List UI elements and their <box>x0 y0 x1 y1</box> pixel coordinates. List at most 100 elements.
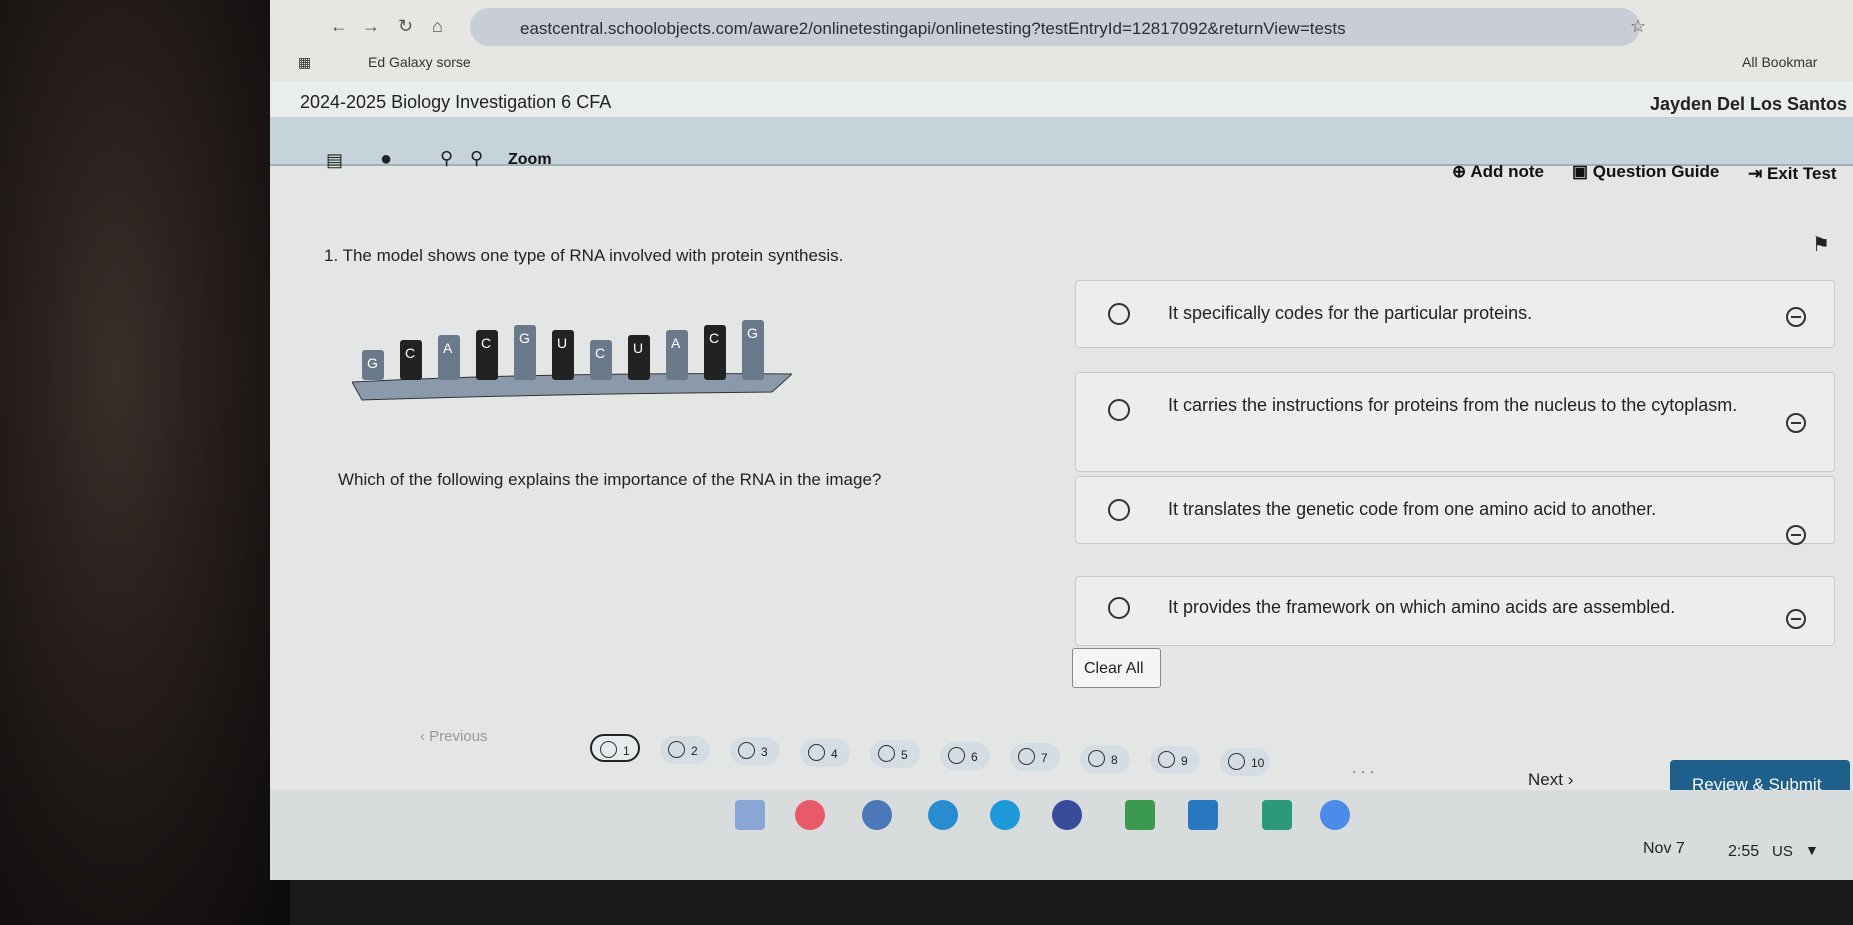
back-icon[interactable]: ← <box>330 16 348 37</box>
question-prompt: Which of the following explains the impo… <box>338 470 882 489</box>
svg-text:A: A <box>443 340 453 356</box>
hand-foreground <box>0 0 290 925</box>
page-number: 6 <box>971 749 978 764</box>
rna-base: G <box>514 325 536 380</box>
rna-base: C <box>476 330 498 380</box>
option-text: It specifically codes for the particular… <box>1168 303 1533 323</box>
all-bookmarks[interactable]: All Bookmar <box>1742 54 1817 70</box>
rna-base: C <box>704 325 726 380</box>
question-guide-label: Question Guide <box>1592 162 1720 181</box>
svg-text:U: U <box>557 335 567 351</box>
option-text: It translates the genetic code from one … <box>1168 499 1657 519</box>
answer-option-c[interactable]: It translates the genetic code from one … <box>1075 476 1835 545</box>
svg-text:G: G <box>519 330 530 346</box>
reload-icon[interactable]: ↻ <box>398 16 413 37</box>
app2-icon[interactable] <box>1052 800 1082 830</box>
rna-base: G <box>742 320 764 380</box>
page-status-icon <box>1088 749 1105 767</box>
question-stem: 1. The model shows one type of RNA invol… <box>324 246 844 265</box>
next-button[interactable]: Next › <box>1528 770 1573 790</box>
answer-option-d[interactable]: It provides the framework on which amino… <box>1075 576 1835 646</box>
eliminate-icon[interactable] <box>1786 307 1806 327</box>
page-button-1[interactable]: 1 <box>590 734 640 762</box>
page-button-3[interactable]: 3 <box>730 737 780 765</box>
eliminate-icon[interactable] <box>1786 525 1806 545</box>
page-number: 4 <box>831 746 838 761</box>
previous-button[interactable]: ‹ Previous <box>420 728 488 745</box>
classroom-icon[interactable] <box>990 800 1020 830</box>
page-status-icon <box>948 746 965 764</box>
add-note-button[interactable]: ⊕ Add note <box>1452 162 1544 182</box>
page-button-9[interactable]: 9 <box>1150 746 1200 774</box>
radio-button[interactable] <box>1108 303 1130 325</box>
exit-test-label: Exit Test <box>1766 164 1837 183</box>
zoom-out-icon[interactable]: ⚲ <box>440 148 453 169</box>
app3-icon[interactable] <box>1125 800 1155 830</box>
radio-button[interactable] <box>1108 597 1130 619</box>
app-icon[interactable] <box>795 800 825 830</box>
svg-text:A: A <box>671 335 681 351</box>
page-status-icon <box>1158 751 1175 768</box>
rna-model-image: G C A C G U C U A C G <box>351 312 794 402</box>
app5-icon[interactable] <box>1262 800 1292 830</box>
date[interactable]: Nov 7 <box>1643 840 1685 858</box>
flag-icon[interactable]: ⚑ <box>1812 232 1830 257</box>
user-name: Jayden Del Los Santos <box>1649 94 1847 114</box>
gallery-icon[interactable] <box>862 800 892 830</box>
eliminate-icon[interactable] <box>1786 609 1806 629</box>
page-button-2[interactable]: 2 <box>660 735 710 764</box>
page-number: 7 <box>1041 751 1048 765</box>
zoom-in-icon[interactable]: ⚲ <box>470 148 483 169</box>
page-button-5[interactable]: 5 <box>870 740 920 768</box>
page-button-4[interactable]: 4 <box>800 738 850 767</box>
home-icon[interactable]: ⌂ <box>432 16 443 37</box>
meet-icon[interactable] <box>928 800 958 830</box>
rna-base: U <box>628 335 650 380</box>
svg-text:C: C <box>595 345 605 361</box>
option-text: It carries the instructions for proteins… <box>1168 395 1738 415</box>
address-bar[interactable]: eastcentral.schoolobjects.com/aware2/onl… <box>470 8 1640 46</box>
page-status-icon <box>738 742 755 759</box>
page-button-6[interactable]: 6 <box>940 741 990 770</box>
rna-base: A <box>438 335 460 380</box>
option-text: It provides the framework on which amino… <box>1168 597 1676 617</box>
eliminate-icon[interactable] <box>1786 413 1806 433</box>
palette-icon[interactable]: ● <box>380 148 392 171</box>
exit-test-button[interactable]: ⇥ Exit Test <box>1748 164 1837 184</box>
answer-option-a[interactable]: It specifically codes for the particular… <box>1075 280 1835 348</box>
answer-option-b[interactable]: It carries the instructions for proteins… <box>1075 372 1835 472</box>
page-status-icon <box>1228 752 1245 770</box>
app4-icon[interactable] <box>1188 800 1218 830</box>
page-button-10[interactable]: 10 <box>1220 747 1270 776</box>
test-title: 2024-2025 Biology Investigation 6 CFA <box>300 92 612 112</box>
time[interactable]: 2:55 <box>1728 843 1759 861</box>
calculator-icon[interactable]: ▤ <box>326 150 343 171</box>
locale[interactable]: US <box>1772 843 1793 860</box>
rna-base: U <box>552 330 574 380</box>
svg-text:G: G <box>747 325 758 341</box>
previous-label: Previous <box>429 728 488 745</box>
bookmark-ed-galaxy[interactable]: Ed Galaxy sorse <box>368 54 471 70</box>
page-status-icon <box>808 743 825 761</box>
svg-text:C: C <box>709 330 719 346</box>
launcher-icon[interactable] <box>735 800 765 830</box>
radio-button[interactable] <box>1108 499 1130 521</box>
radio-button[interactable] <box>1108 399 1130 421</box>
forward-icon[interactable]: → <box>362 16 380 37</box>
page-status-icon <box>600 741 617 758</box>
question-guide-button[interactable]: ▣ Question Guide <box>1572 162 1719 182</box>
chrome-icon[interactable] <box>1320 800 1350 830</box>
rna-base: C <box>400 340 422 380</box>
apps-icon[interactable]: ▦ <box>298 54 311 71</box>
star-icon[interactable]: ☆ <box>1630 16 1646 37</box>
page-status-icon <box>878 745 895 762</box>
add-note-label: Add note <box>1470 162 1544 181</box>
url-text: eastcentral.schoolobjects.com/aware2/onl… <box>520 19 1346 38</box>
clear-all-button[interactable]: Clear All <box>1072 648 1161 688</box>
page-number: 10 <box>1251 755 1265 770</box>
page-button-7[interactable]: 7 <box>1010 743 1060 771</box>
next-label: Next <box>1528 770 1563 789</box>
page-number: 9 <box>1181 754 1188 768</box>
page-button-8[interactable]: 8 <box>1080 744 1130 773</box>
wifi-icon[interactable]: ▼ <box>1805 842 1819 858</box>
